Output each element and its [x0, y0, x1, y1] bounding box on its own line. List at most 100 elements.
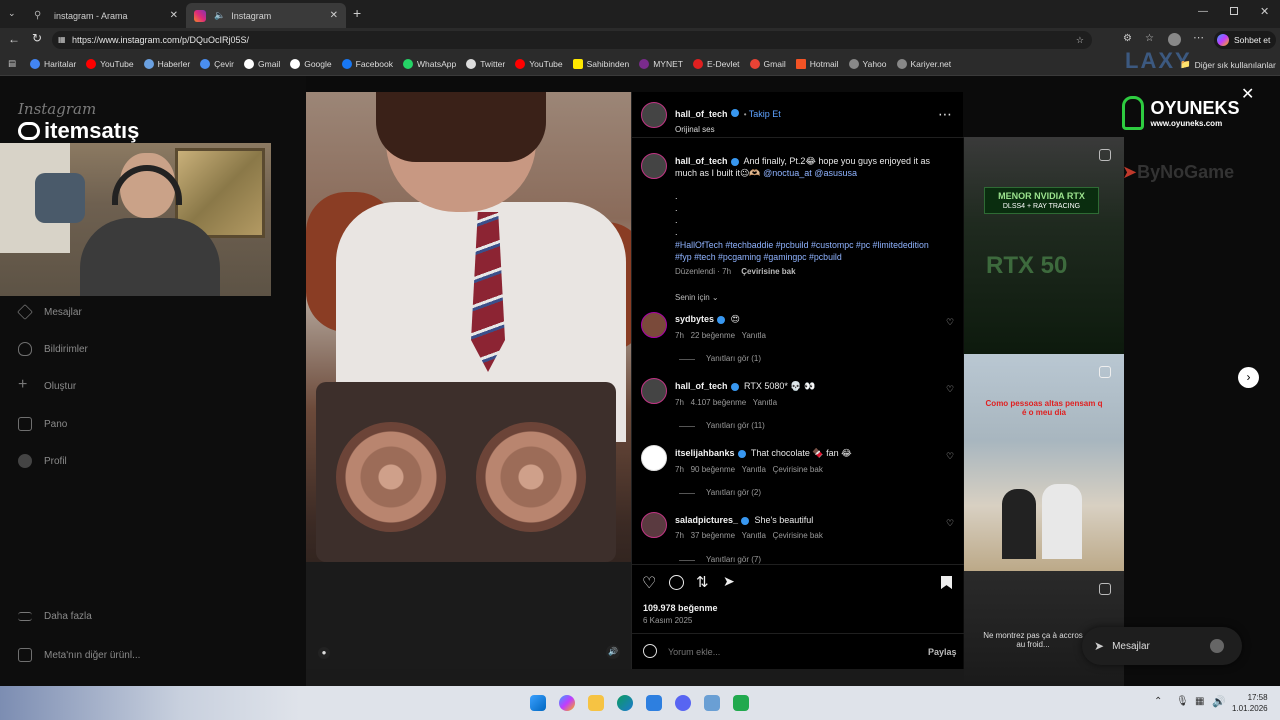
mute-icon[interactable]: 🔊 [606, 645, 620, 659]
bookmark-cevir[interactable]: Çevir [200, 58, 234, 69]
clock[interactable]: 17:58 1.01.2026 [1232, 692, 1268, 714]
caption-username[interactable]: hall_of_tech [675, 156, 728, 166]
bookmark-youtube[interactable]: YouTube [86, 58, 134, 69]
see-translation-link[interactable]: Çevirisine bak [773, 465, 823, 474]
caption-mentions[interactable]: @noctua_at @asususa [763, 168, 857, 178]
minimize-icon[interactable]: — [1198, 6, 1208, 17]
bookmark-twitter[interactable]: Twitter [466, 58, 505, 69]
edge-icon[interactable] [617, 695, 633, 711]
bookmark-sahibinden[interactable]: Sahibinden [572, 58, 629, 69]
new-tab-icon[interactable]: + [353, 5, 361, 21]
bookmark-gmail-2[interactable]: Gmail [749, 58, 786, 69]
view-replies[interactable]: Yanıtları gör (2) [706, 488, 761, 497]
comment-likes[interactable]: 4.107 beğenme [691, 398, 747, 407]
microphone-icon[interactable]: 🎙 [1176, 696, 1189, 707]
author-username[interactable]: hall_of_tech [675, 109, 728, 119]
save-icon[interactable] [941, 576, 952, 589]
view-replies[interactable]: Yanıtları gör (1) [706, 354, 761, 363]
view-replies[interactable]: Yanıtları gör (7) [706, 555, 761, 564]
see-translation-link[interactable]: Çevirisine bak [741, 267, 795, 276]
author-avatar[interactable] [641, 102, 667, 128]
comment-input[interactable] [668, 644, 908, 660]
follow-button[interactable]: Takip Et [749, 109, 781, 119]
comment-username[interactable]: sydbytes [675, 314, 714, 324]
nav-create[interactable]: + Oluştur [18, 377, 76, 393]
likes-count[interactable]: 109.978 beğenme [643, 603, 718, 613]
bookmark-kariyer[interactable]: Kariyer.net [896, 58, 951, 69]
nav-meta[interactable]: Meta'nın diğer ürünl... [18, 648, 140, 662]
app-icon[interactable] [733, 695, 749, 711]
favorites-icon[interactable]: ☆ [1145, 33, 1154, 44]
repost-icon[interactable]: ⇅ [696, 573, 709, 591]
comment-avatar[interactable] [641, 312, 667, 338]
see-translation-link[interactable]: Çevirisine bak [773, 531, 823, 540]
volume-icon[interactable]: 🔊 [1212, 695, 1226, 708]
caption-hashtags[interactable]: #HallOfTech #techbaddie #pcbuild #custom… [675, 239, 960, 263]
more-options-icon[interactable]: ⋯ [938, 106, 952, 123]
like-icon[interactable]: ♡ [642, 573, 656, 593]
share-icon[interactable]: ➤ [723, 573, 735, 590]
thumbnail-reel[interactable]: MENOR NVIDIA RTX DLSS4 + RAY TRACING RTX… [964, 137, 1124, 354]
close-icon[interactable]: ✕ [330, 10, 338, 21]
nav-more[interactable]: Daha fazla [18, 611, 92, 622]
emoji-icon[interactable] [643, 644, 657, 658]
comment-likes[interactable]: 22 beğenme [691, 331, 735, 340]
comment-avatar[interactable] [641, 378, 667, 404]
hashtags-line[interactable]: #fyp #tech #pcgaming #gamingpc #pcbuild [675, 251, 960, 263]
file-explorer-icon[interactable] [588, 695, 604, 711]
comment-likes[interactable]: 37 beğenme [691, 531, 735, 540]
url-field[interactable]: ▦ https://www.instagram.com/p/DQuOcIRj05… [52, 31, 1092, 49]
heart-icon[interactable]: ♡ [946, 519, 955, 528]
close-icon[interactable]: ✕ [1241, 84, 1254, 104]
back-icon[interactable]: ← [8, 32, 20, 46]
maximize-icon[interactable] [1230, 7, 1238, 15]
reply-button[interactable]: Yanıtla [742, 465, 766, 474]
bookmark-mynet[interactable]: MYNET [639, 58, 683, 69]
thumbnail-reel[interactable]: Como pessoas altas pensam q é o meu dia [964, 354, 1124, 571]
network-icon[interactable]: ▦ [1195, 696, 1204, 707]
more-icon[interactable]: ⋯ [1193, 31, 1204, 44]
store-icon[interactable] [646, 695, 662, 711]
bookmark-gmail[interactable]: Gmail [244, 58, 280, 69]
messages-widget[interactable]: ➤ Mesajlar [1082, 627, 1242, 665]
discord-icon[interactable] [675, 695, 691, 711]
tab-list-chevron-icon[interactable]: ⌄ [8, 8, 16, 19]
bookmark-whatsapp[interactable]: WhatsApp [402, 58, 456, 69]
tray-chevron-icon[interactable]: ⌃ [1154, 696, 1162, 707]
heart-icon[interactable]: ♡ [946, 452, 955, 461]
heart-icon[interactable]: ♡ [946, 385, 955, 394]
comment-username[interactable]: itselijahbanks [675, 448, 735, 458]
reply-button[interactable]: Yanıtla [742, 531, 766, 540]
chat-button[interactable]: Sohbet et [1214, 31, 1277, 49]
bookmark-google[interactable]: Google [290, 58, 332, 69]
comment-username[interactable]: saladpictures_ [675, 515, 738, 525]
next-post-button[interactable]: › [1238, 367, 1259, 388]
comment-likes[interactable]: 90 beğenme [691, 465, 735, 474]
extensions-icon[interactable]: ⚙ [1123, 33, 1132, 44]
network-app-icon[interactable] [704, 695, 720, 711]
heart-icon[interactable]: ♡ [946, 318, 955, 327]
tab-search[interactable]: ⚲ instagram - Arama ✕ [26, 3, 186, 28]
caption-avatar[interactable] [641, 153, 667, 179]
bookmark-yahoo[interactable]: Yahoo [848, 58, 887, 69]
close-window-icon[interactable]: ✕ [1260, 5, 1269, 18]
nav-notifications[interactable]: Bildirimler [18, 342, 88, 356]
reload-icon[interactable]: ↻ [32, 31, 42, 45]
tab-instagram[interactable]: 🔈 Instagram ✕ [186, 3, 346, 28]
nav-profile[interactable]: Profil [18, 454, 67, 468]
nav-dashboard[interactable]: Pano [18, 417, 67, 431]
bookmark-hotmail[interactable]: Hotmail [795, 58, 839, 69]
bookmark-haritalar[interactable]: Haritalar [30, 58, 76, 69]
comment-username[interactable]: hall_of_tech [675, 381, 728, 391]
bookmarks-toggle-icon[interactable]: ▤ [8, 58, 16, 69]
hashtags-line[interactable]: #HallOfTech #techbaddie #pcbuild #custom… [675, 239, 960, 251]
user-tag-icon[interactable]: ● [318, 647, 330, 659]
bookmark-haberler[interactable]: Haberler [143, 58, 190, 69]
comment-avatar[interactable] [641, 512, 667, 538]
bookmark-youtube-2[interactable]: YouTube [515, 58, 563, 69]
nav-messages[interactable]: Mesajlar [17, 304, 82, 320]
speaker-icon[interactable]: 🔈 [214, 10, 225, 21]
close-icon[interactable]: ✕ [170, 10, 178, 21]
sort-dropdown[interactable]: Senin için ⌄ [675, 293, 719, 302]
audio-label[interactable]: Orijinal ses [675, 125, 781, 134]
